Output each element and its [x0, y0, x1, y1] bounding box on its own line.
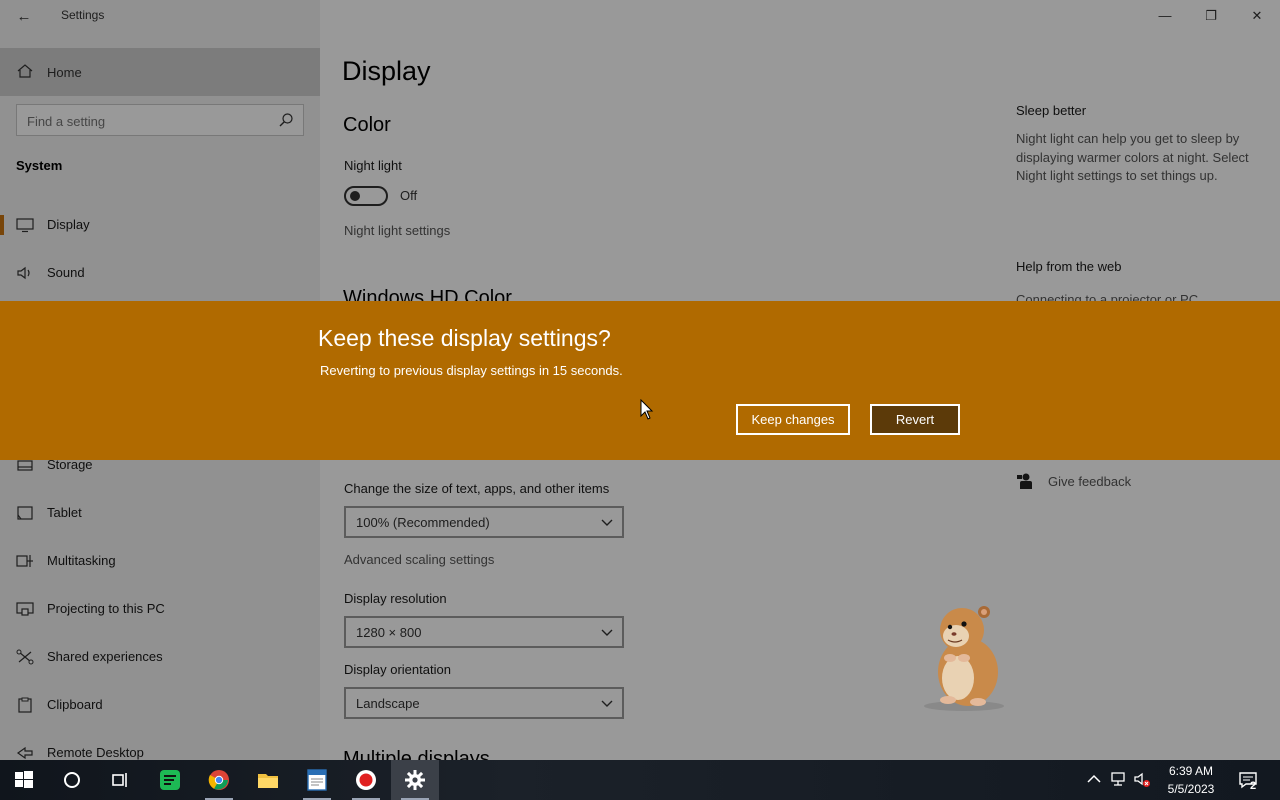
- notes-app-button[interactable]: [146, 760, 194, 800]
- clock-time[interactable]: 6:39 AM: [1160, 764, 1222, 778]
- recorder-button[interactable]: [342, 760, 390, 800]
- chrome-button[interactable]: [195, 760, 243, 800]
- dialog-title: Keep these display settings?: [318, 325, 611, 351]
- recorder-icon: [356, 770, 376, 790]
- start-icon: [15, 771, 33, 788]
- settings-window: ← Settings Home System Display Sound Sto…: [0, 0, 1280, 760]
- text-editor-icon: [307, 769, 327, 791]
- keep-changes-button[interactable]: Keep changes: [736, 404, 850, 435]
- taskbar: 6:39 AM 5/5/2023 2: [0, 760, 1280, 800]
- task-view-icon: [112, 773, 127, 787]
- notification-count-badge: 2: [1250, 780, 1257, 792]
- dialog-message: Reverting to previous display settings i…: [320, 363, 623, 378]
- notes-app-icon: [160, 770, 180, 790]
- network-icon[interactable]: [1109, 770, 1127, 788]
- clock-date[interactable]: 5/5/2023: [1160, 782, 1222, 796]
- file-explorer-button[interactable]: [244, 760, 292, 800]
- cortana-button[interactable]: [48, 760, 96, 800]
- start-button[interactable]: [0, 760, 48, 800]
- settings-icon: [405, 770, 425, 790]
- revert-button[interactable]: Revert: [870, 404, 960, 435]
- chrome-icon: [208, 770, 229, 790]
- text-editor-button[interactable]: [293, 760, 341, 800]
- settings-button[interactable]: [391, 760, 439, 800]
- mouse-cursor-icon: [640, 399, 654, 420]
- keep-settings-dialog: Keep these display settings? Reverting t…: [0, 301, 1280, 460]
- chevron-up-icon[interactable]: [1085, 770, 1103, 788]
- task-view-button[interactable]: [96, 760, 144, 800]
- file-explorer-icon: [258, 774, 278, 788]
- volume-muted-icon[interactable]: [1133, 770, 1151, 788]
- hamster-image: [924, 606, 1004, 711]
- cortana-icon: [64, 772, 80, 788]
